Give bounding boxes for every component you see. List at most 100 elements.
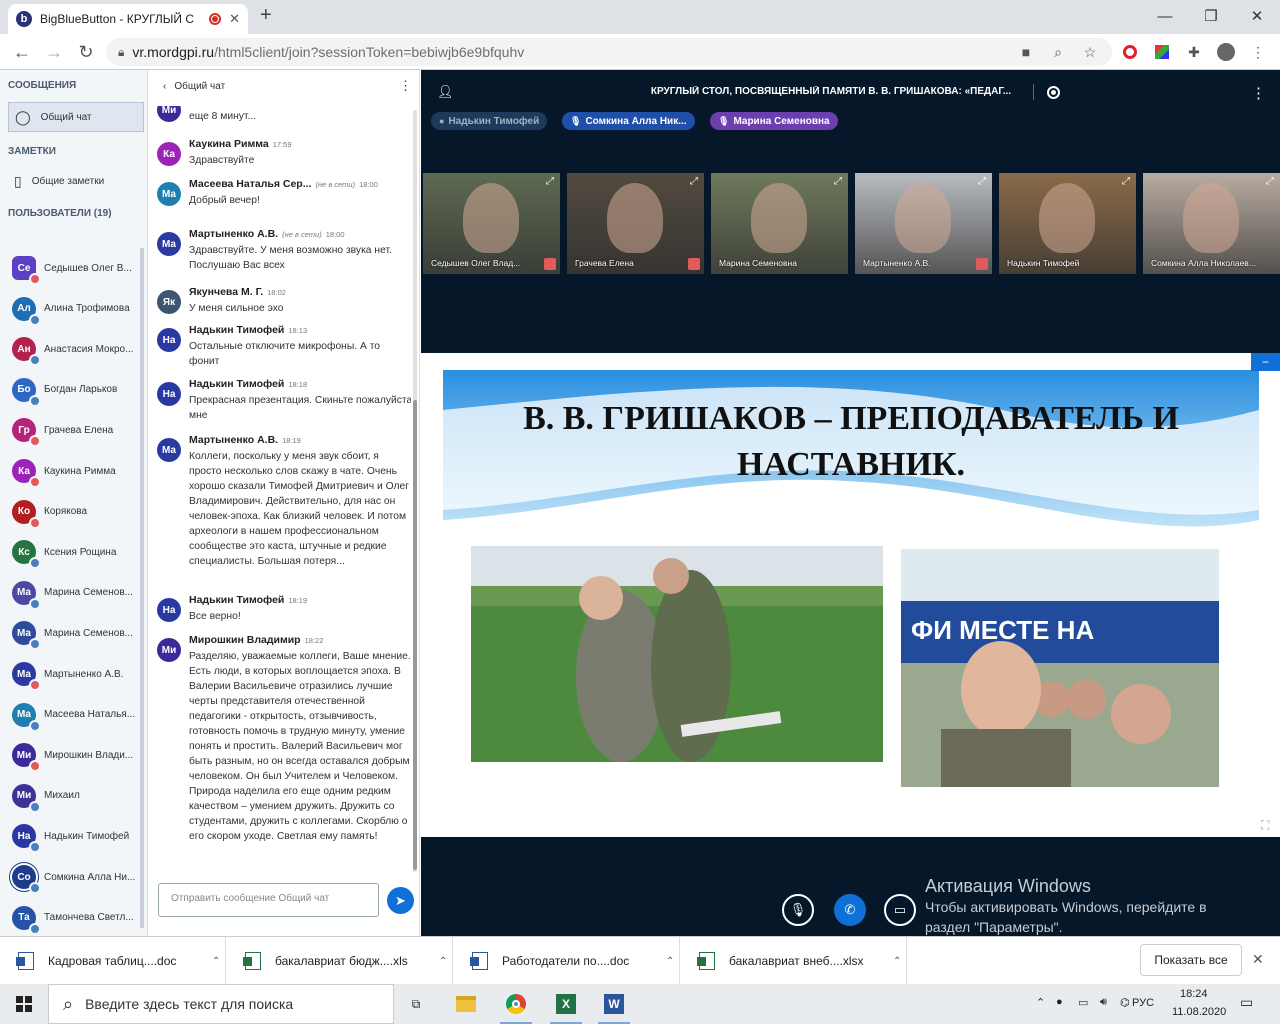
expand-video-icon[interactable]: ⤢ xyxy=(1120,176,1132,188)
options-menu-icon[interactable]: ⋮ xyxy=(1251,84,1266,102)
recording-indicator-icon[interactable] xyxy=(1047,86,1060,99)
language-indicator[interactable]: РУС xyxy=(1132,997,1154,1009)
volume-icon[interactable]: 🔊︎ xyxy=(1100,996,1107,1009)
chat-message-input[interactable]: Отправить сообщение Общий чат xyxy=(158,883,379,917)
unmute-microphone-button[interactable]: 🎙︎ xyxy=(782,894,814,926)
expand-video-icon[interactable]: ⤢ xyxy=(688,176,700,188)
bookmark-star-icon[interactable]: ☆ xyxy=(1080,42,1100,62)
file-explorer-icon[interactable] xyxy=(446,988,486,1020)
show-all-downloads-button[interactable]: Показать все xyxy=(1140,944,1242,976)
user-avatar: Ма xyxy=(12,580,41,610)
camera-icon[interactable]: ■ xyxy=(1016,42,1036,62)
talking-indicator[interactable]: 🎙︎ Марина Семеновна xyxy=(710,112,838,130)
user-list-item[interactable]: Кс Ксения Рощина xyxy=(0,532,148,572)
user-list-item[interactable]: Ма Мартыненко А.В. xyxy=(0,654,148,694)
chevron-up-icon[interactable]: ⌃ xyxy=(893,956,901,967)
clock-date[interactable]: 11.08.2020 xyxy=(1172,1006,1226,1018)
excel-taskbar-icon[interactable]: X xyxy=(546,988,586,1024)
user-list-item[interactable]: Ми Мирошкин Влади... xyxy=(0,735,148,775)
download-item[interactable]: бакалавриат бюдж....xls ⌃ xyxy=(227,937,453,985)
network-icon[interactable]: ▭ xyxy=(1078,996,1088,1009)
task-view-icon[interactable]: ⧉ xyxy=(396,988,436,1020)
chat-messages: МиМирошкин Владимир17:52еще 8 минут...Ка… xyxy=(149,106,411,874)
clock-time[interactable]: 18:24 xyxy=(1180,988,1208,1000)
color-extension-icon[interactable] xyxy=(1152,42,1172,62)
video-tile[interactable]: ⤢ Седышев Олег Влад... xyxy=(423,173,560,274)
user-list-toggle-icon[interactable]: 👤︎ xyxy=(437,84,454,100)
user-list-item[interactable]: Ма Масеева Наталья... xyxy=(0,695,148,735)
chat-header[interactable]: ‹ Общий чат ⋮ xyxy=(149,70,420,102)
address-bar[interactable]: 🔒︎ vr.mordgpi.ru/html5client/join?sessio… xyxy=(106,38,1112,66)
chrome-taskbar-icon[interactable] xyxy=(496,988,536,1024)
chevron-up-icon[interactable]: ⌃ xyxy=(439,956,447,967)
user-list-item[interactable]: На Надькин Тимофей xyxy=(0,816,148,856)
new-tab-button[interactable]: + xyxy=(260,4,272,27)
back-button[interactable]: ← xyxy=(10,40,34,64)
listen-only-icon xyxy=(29,922,41,935)
minimize-window-button[interactable]: — xyxy=(1142,0,1188,32)
profile-avatar-icon[interactable] xyxy=(1216,42,1236,62)
expand-video-icon[interactable]: ⤢ xyxy=(1264,176,1276,188)
user-list-item[interactable]: Ма Марина Семенов... xyxy=(0,573,148,613)
browser-tab[interactable]: b BigBlueButton - КРУГЛЫЙ С ✕ xyxy=(8,4,248,34)
forward-button[interactable]: → xyxy=(42,40,66,64)
download-item[interactable]: бакалавриат внеб....xlsx ⌃ xyxy=(681,937,907,985)
system-tray: ⌃ ● ▭ 🔊︎ ⌬ РУС 18:24 11.08.2020 ▭ xyxy=(1030,984,1280,1024)
usb-icon[interactable]: ⌬ xyxy=(1120,996,1130,1009)
taskbar-search-box[interactable]: ⌕ Введите здесь текст для поиска xyxy=(48,984,394,1024)
talking-indicator[interactable]: 🎙︎ Сомкина Алла Ник... xyxy=(562,112,695,130)
chat-scrollbar[interactable] xyxy=(413,110,417,872)
extensions-puzzle-icon[interactable]: ✚ xyxy=(1184,42,1204,62)
fullscreen-icon[interactable]: ⛶ xyxy=(1261,818,1277,834)
user-list-item[interactable]: Ал Алина Трофимова xyxy=(0,289,148,329)
user-list-item[interactable]: Ко Корякова xyxy=(0,492,148,532)
user-list-item[interactable]: Гр Грачева Елена xyxy=(0,410,148,450)
public-chat-item[interactable]: ◯ Общий чат xyxy=(8,102,144,132)
user-list-item[interactable]: Ка Каукина Римма xyxy=(0,451,148,491)
user-avatar: Гр xyxy=(12,418,41,448)
expand-video-icon[interactable]: ⤢ xyxy=(976,176,988,188)
close-window-button[interactable]: ✕ xyxy=(1234,0,1280,32)
zoom-icon[interactable]: ⌕ xyxy=(1048,42,1068,62)
user-list-item[interactable]: Ма Марина Семенов... xyxy=(0,613,148,653)
browser-menu-icon[interactable]: ⋮ xyxy=(1248,42,1268,62)
user-list-item[interactable]: Бо Богдан Ларьков xyxy=(0,370,148,410)
chevron-up-icon[interactable]: ⌃ xyxy=(666,956,674,967)
opera-extension-icon[interactable] xyxy=(1120,42,1140,62)
user-list-item[interactable]: Та Тамончева Светл... xyxy=(0,898,148,938)
talking-indicator[interactable]: ● Надькин Тимофей xyxy=(431,112,548,130)
bigbluebutton-favicon-icon: b xyxy=(16,11,32,27)
reload-button[interactable]: ↻ xyxy=(74,40,98,64)
download-item[interactable]: Работодатели по....doc ⌃ xyxy=(454,937,680,985)
leave-audio-button[interactable]: ✆ xyxy=(834,894,866,926)
shared-notes-item[interactable]: ▯ Общие заметки xyxy=(8,166,144,196)
video-tile[interactable]: ⤢ Грачева Елена xyxy=(567,173,704,274)
user-name: Седышев Олег В... xyxy=(44,262,132,274)
user-avatar: Ко xyxy=(12,499,41,529)
chevron-up-icon[interactable]: ⌃ xyxy=(212,956,220,967)
user-list-item[interactable]: Ан Анастасия Мокро... xyxy=(0,329,148,369)
video-tile[interactable]: ⤢ Сомкина Алла Николаев... xyxy=(1143,173,1280,274)
start-button[interactable] xyxy=(0,984,48,1024)
minimize-presentation-button[interactable]: − xyxy=(1251,353,1280,371)
download-item[interactable]: Кадровая таблиц....doc ⌃ xyxy=(0,937,226,985)
share-webcam-button[interactable]: ▭ xyxy=(884,894,916,926)
microphone-tray-icon[interactable]: ● xyxy=(1056,996,1063,1008)
expand-video-icon[interactable]: ⤢ xyxy=(544,176,556,188)
show-hidden-icons-icon[interactable]: ⌃ xyxy=(1036,996,1045,1009)
send-message-button[interactable]: ➤ xyxy=(387,887,414,914)
chevron-left-icon[interactable]: ‹ xyxy=(163,81,166,92)
user-list-item[interactable]: Со Сомкина Алла Ни... xyxy=(0,857,148,897)
expand-video-icon[interactable]: ⤢ xyxy=(832,176,844,188)
user-list-item[interactable]: Ми Михаил xyxy=(0,776,148,816)
user-list-item[interactable]: Се Седышев Олег В... xyxy=(0,248,148,288)
notifications-icon[interactable]: ▭ xyxy=(1240,994,1253,1011)
video-tile[interactable]: ⤢ Надькин Тимофей xyxy=(999,173,1136,274)
word-taskbar-icon[interactable]: W xyxy=(594,988,634,1024)
video-tile[interactable]: ⤢ Марина Семеновна xyxy=(711,173,848,274)
video-tile[interactable]: ⤢ Мартыненко А.В. xyxy=(855,173,992,274)
chat-options-icon[interactable]: ⋮ xyxy=(399,78,412,94)
close-downloads-bar-icon[interactable]: ✕ xyxy=(1252,951,1264,968)
maximize-window-button[interactable]: ❐ xyxy=(1188,0,1234,32)
tab-close-icon[interactable]: ✕ xyxy=(229,11,240,27)
